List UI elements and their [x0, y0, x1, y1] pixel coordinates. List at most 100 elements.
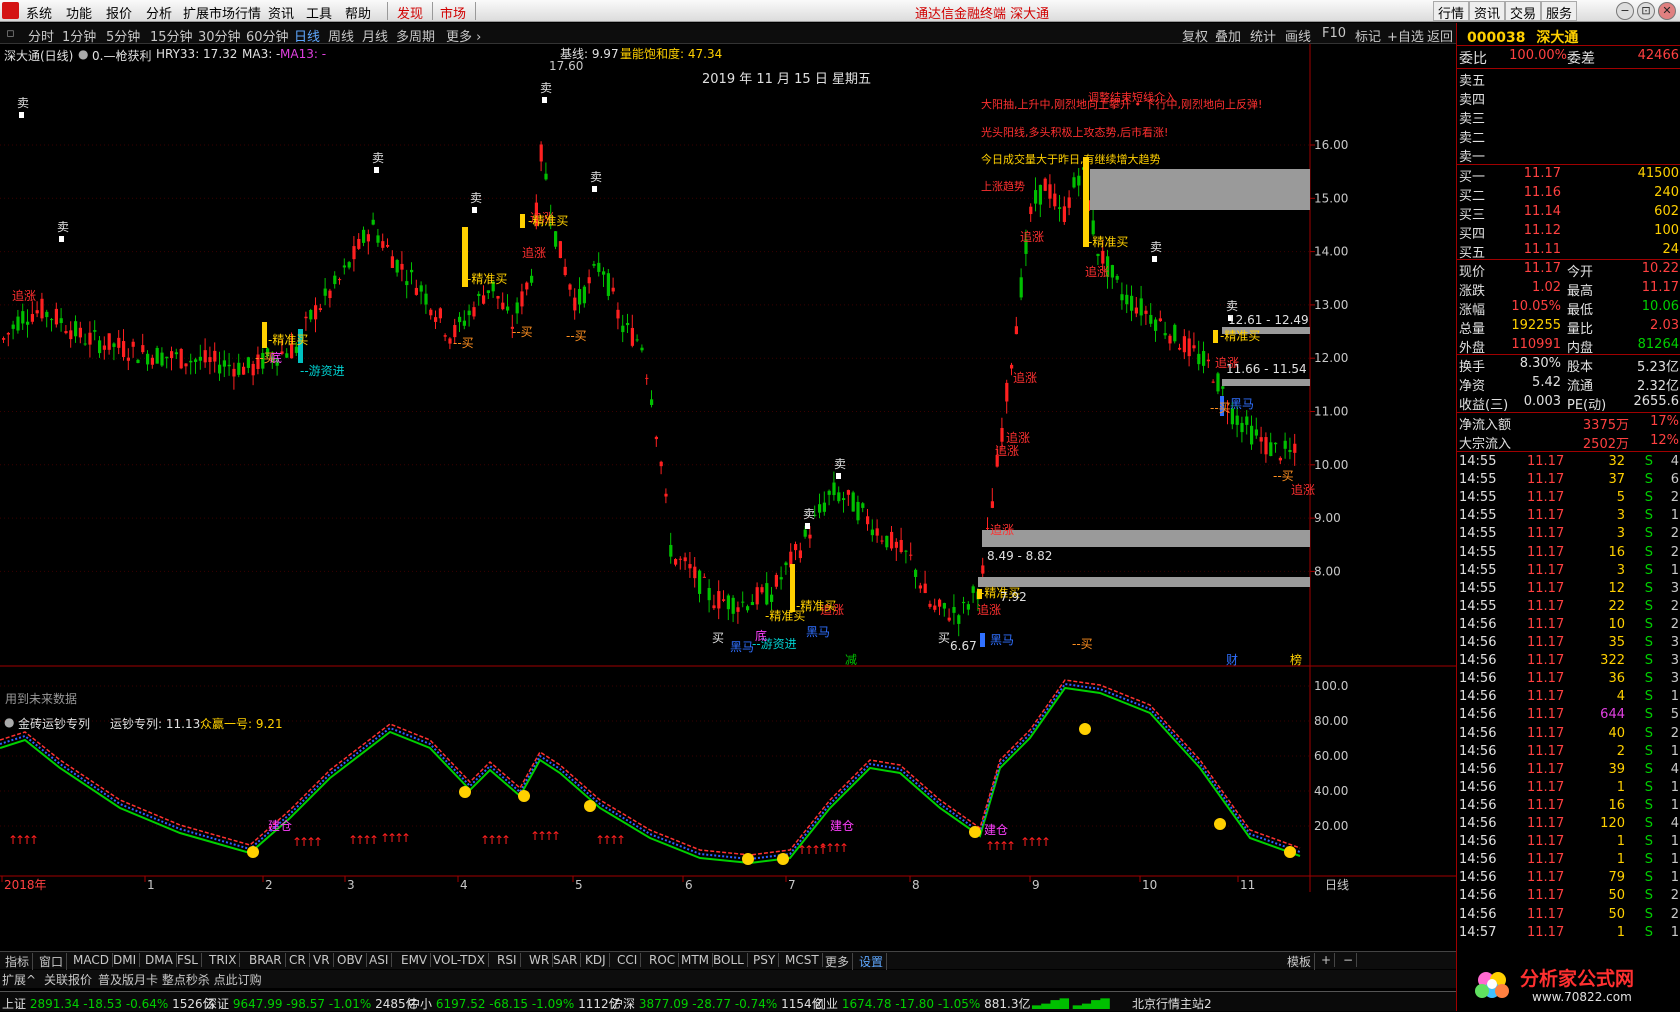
period-60min[interactable]: 60分钟 [246, 26, 289, 45]
period-weekly[interactable]: 周线 [328, 26, 354, 45]
indicator-tab[interactable]: DMI [110, 953, 141, 967]
indicator-tab[interactable]: TRIX [206, 953, 241, 967]
period-more[interactable]: 更多 › [446, 26, 481, 45]
menu-tools[interactable]: 工具 [306, 3, 332, 22]
menu-help[interactable]: 帮助 [345, 3, 371, 22]
btn-hangqing[interactable]: 行情 [1433, 1, 1469, 22]
indicator-tab[interactable]: SAR [550, 953, 582, 967]
template-tab[interactable]: + [1318, 953, 1336, 967]
period-15min[interactable]: 15分钟 [150, 26, 193, 45]
tick-side: S [1644, 797, 1653, 813]
indicator-tab[interactable]: MACD [70, 953, 113, 967]
menu-system[interactable]: 系统 [26, 3, 52, 22]
btn-zixun[interactable]: 资讯 [1469, 1, 1505, 22]
indicator-tab[interactable]: MCST [782, 953, 823, 967]
indicator-tab[interactable]: 更多 [822, 953, 854, 970]
toolbar-toggle-icon[interactable]: ▫ [6, 26, 15, 41]
indicator-tab[interactable]: BOLL [710, 953, 748, 967]
tick-volume: 3 [1616, 526, 1625, 542]
index-quote[interactable]: 创业 1674.78 -17.80 -1.05% 881.3亿 [814, 995, 1030, 1012]
indicator-tab[interactable]: CCI [614, 953, 642, 967]
tool-back[interactable]: 返回 [1427, 26, 1453, 45]
candle-body [880, 540, 884, 542]
indicator-tab[interactable]: VOL-TDX [430, 953, 489, 967]
stat-label: 量比 [1567, 322, 1594, 337]
indicator-tab[interactable]: MTM [678, 953, 714, 967]
index-quote[interactable]: 深证 9647.99 -98.57 -1.01% 2485亿 [205, 995, 418, 1012]
restore-icon[interactable]: ⊡ [1637, 2, 1655, 20]
indicator-tab[interactable]: EMV [398, 953, 432, 967]
period-monthly[interactable]: 月线 [362, 26, 388, 45]
btn-jiaoyi[interactable]: 交易 [1505, 1, 1541, 22]
indicator-tab[interactable]: 指标 [2, 953, 34, 970]
stat-value: 2.03 [1650, 318, 1679, 333]
tool-f10[interactable]: F10 [1322, 26, 1346, 41]
menu-extended-market[interactable]: 扩展市场行情 [183, 3, 261, 22]
menu-discover[interactable]: 发现 [397, 3, 423, 22]
indicator-tab[interactable]: DMA [142, 953, 177, 967]
candle-body [98, 340, 102, 354]
candle-body [582, 286, 586, 304]
period-multi[interactable]: 多周期 [396, 26, 435, 45]
sub-axis-label: 20.00 [1314, 819, 1348, 833]
indicator-tab[interactable]: 窗口 [36, 953, 68, 970]
menu-market[interactable]: 市场 [440, 3, 466, 22]
buy-label: --买 [453, 336, 474, 350]
tick-row: 14:57 11.17 1 S 1 [1457, 925, 1680, 943]
menu-analysis[interactable]: 分析 [146, 3, 172, 22]
candle-body [563, 266, 567, 275]
indicator-tab[interactable]: BRAR [246, 953, 286, 967]
candle-body [414, 287, 418, 295]
tool-overlay[interactable]: 叠加 [1215, 26, 1241, 45]
sub-indicator-icon[interactable]: ● [4, 715, 14, 729]
menu-function[interactable]: 功能 [66, 3, 92, 22]
period-5min[interactable]: 5分钟 [106, 26, 140, 45]
btn-fuwu[interactable]: 服务 [1541, 1, 1577, 22]
period-30min[interactable]: 30分钟 [198, 26, 241, 45]
period-fenshi[interactable]: 分时 [28, 26, 54, 45]
index-quote[interactable]: 沪深 3877.09 -28.77 -0.74% 1154亿 [611, 995, 824, 1012]
indicator-tab[interactable]: KDJ [582, 953, 610, 967]
tool-draw[interactable]: 画线 [1285, 26, 1311, 45]
menu-news[interactable]: 资讯 [268, 3, 294, 22]
template-tab[interactable]: − [1340, 953, 1358, 967]
menu-quote[interactable]: 报价 [106, 3, 132, 22]
period-1min[interactable]: 1分钟 [62, 26, 96, 45]
chart-area[interactable]: 16.00 15.00 14.00 13.00 12.00 11.00 10.00 9.00 8… [0, 44, 1456, 921]
extension-tab[interactable]: 普及版月卡 整点秒杀 点此订购 [98, 971, 262, 988]
index-quote[interactable]: 上证 2891.34 -18.53 -0.64% 1526亿 [2, 995, 215, 1012]
candle-body [770, 594, 774, 602]
period-daily[interactable]: 日线 [294, 26, 320, 45]
index-quote[interactable]: 中小 6197.52 -68.15 -1.09% 1112亿 [408, 995, 621, 1012]
candle-body [870, 529, 874, 536]
smiley-icon [518, 790, 530, 802]
chase-label: 追涨 [522, 245, 546, 260]
extension-tab[interactable]: 扩展^ [2, 971, 36, 988]
indicator-tab[interactable]: PSY [750, 953, 780, 967]
indicator-tab[interactable]: RSI [494, 953, 521, 967]
indicator-tab[interactable]: VR [310, 953, 334, 967]
indicator-tab[interactable]: 设置 [856, 953, 888, 970]
kline-chart[interactable]: 16.00 15.00 14.00 13.00 12.00 11.00 10.00 9.00 8… [0, 44, 1456, 921]
tool-mark[interactable]: 标记 [1355, 26, 1381, 45]
indicator-tab[interactable]: OBV [334, 953, 367, 967]
indicator-tab[interactable]: CR [286, 953, 310, 967]
extension-tab[interactable]: 关联报价 [44, 971, 92, 988]
minimize-icon[interactable]: − [1616, 2, 1634, 20]
tool-stats[interactable]: 统计 [1250, 26, 1276, 45]
indicator-select-icon[interactable]: ● [78, 47, 88, 61]
sub-chart-title[interactable]: 金砖运钞专列 [18, 715, 90, 732]
tool-fuquan[interactable]: 复权 [1182, 26, 1208, 45]
tick-count: 1 [1670, 743, 1679, 759]
up-arrow-icon: ↑ [29, 833, 39, 847]
server-status[interactable]: 北京行情主站2 [1132, 995, 1212, 1012]
tool-add-watchlist[interactable]: +自选 [1387, 26, 1424, 45]
close-icon[interactable]: ✕ [1658, 2, 1676, 20]
indicator-tab[interactable]: ROC [646, 953, 680, 967]
indicator-tab[interactable]: FSL [174, 953, 202, 967]
template-tab[interactable]: 模板 [1284, 953, 1316, 970]
tick-row: 14:56 11.17 16 S 1 [1457, 798, 1680, 816]
indicator-tab[interactable]: ASI [366, 953, 393, 967]
tick-volume: 2 [1616, 743, 1625, 759]
indicator-name[interactable]: 0.—枪获利 [92, 47, 151, 64]
